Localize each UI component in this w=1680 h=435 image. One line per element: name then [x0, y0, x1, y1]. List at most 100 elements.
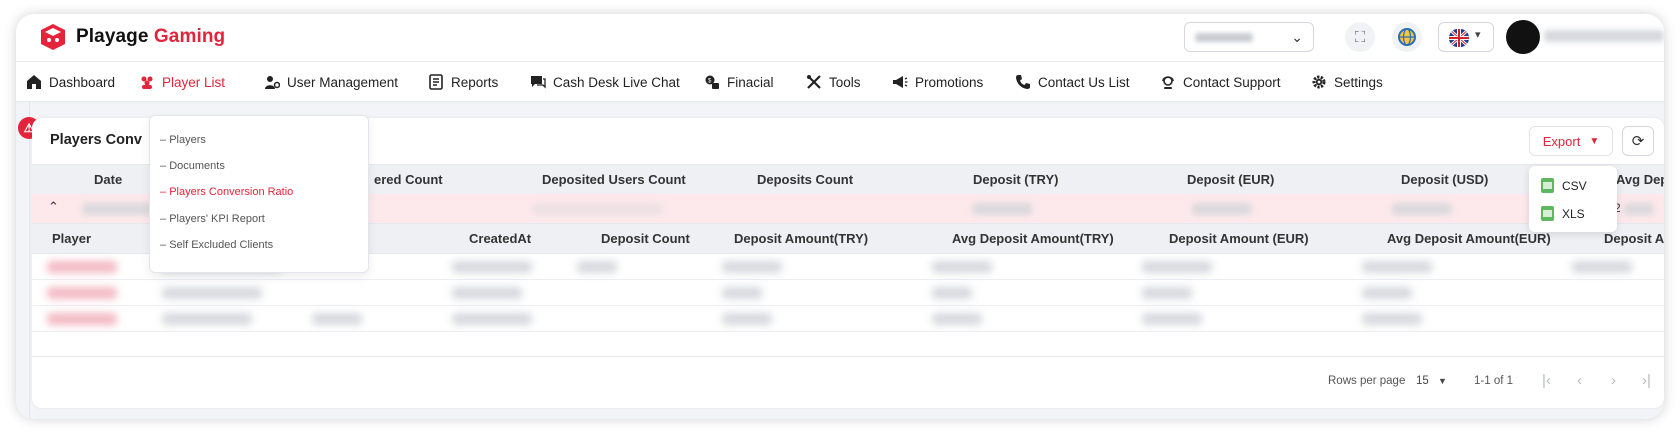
column-header[interactable]: Deposit Amount (EUR): [1169, 224, 1309, 254]
cell-redacted: [162, 287, 262, 299]
gear-icon: [1312, 75, 1326, 89]
column-header[interactable]: Deposit Amount(TRY): [734, 224, 868, 254]
cell-redacted: [162, 313, 252, 325]
menu-item-user-management[interactable]: User Management: [264, 62, 398, 102]
refresh-icon: ⟳: [1631, 133, 1645, 150]
left-sidebar: [16, 102, 30, 419]
menu-item-label: Promotions: [915, 74, 984, 90]
submenu-item-players[interactable]: – Players: [160, 134, 206, 146]
menu-item-label: Contact Us List: [1038, 74, 1130, 90]
submenu-item-self-excluded-clients[interactable]: – Self Excluded Clients: [160, 239, 273, 251]
caret-down-icon: ▼: [1438, 376, 1447, 386]
rows-per-page-select[interactable]: 15 ▼: [1416, 375, 1447, 387]
submenu-item-players-kpi-report[interactable]: – Players' KPI Report: [160, 213, 265, 225]
cell-redacted: [1572, 261, 1632, 273]
app-window: Playage Gaming ⌄ ⛶ ▾ Dashboard Player Li…: [16, 14, 1664, 419]
main-menu: Dashboard Player List User Management Re…: [16, 62, 1664, 102]
menu-item-settings[interactable]: Settings: [1311, 62, 1383, 102]
first-page-icon[interactable]: |‹: [1542, 372, 1551, 389]
pagination-range: 1-1 of 1: [1474, 375, 1513, 387]
table-row[interactable]: [32, 306, 1664, 332]
cell-redacted: [452, 261, 532, 273]
table-row[interactable]: [32, 280, 1664, 306]
cell-redacted: [722, 313, 772, 325]
users-icon: [141, 76, 153, 89]
brand-name-accent: Gaming: [153, 26, 226, 47]
menu-item-label: User Management: [287, 74, 399, 90]
next-page-icon[interactable]: ›: [1611, 372, 1616, 389]
support-icon: [1162, 76, 1174, 89]
menu-item-cash-desk-live-chat[interactable]: Cash Desk Live Chat: [530, 62, 680, 102]
menu-item-reports[interactable]: Reports: [428, 62, 498, 102]
chevron-down-icon: ⌄: [1291, 29, 1303, 45]
brand-logo[interactable]: Playage Gaming: [38, 22, 225, 52]
column-header[interactable]: CreatedAt: [469, 224, 531, 254]
column-header[interactable]: Deposit (EUR): [1187, 165, 1274, 195]
export-option-xls[interactable]: XLS: [1541, 206, 1585, 221]
column-header[interactable]: Date: [94, 165, 122, 195]
menu-item-contact-us-list[interactable]: Contact Us List: [1015, 62, 1130, 102]
submenu-item-players-conversion-ratio[interactable]: – Players Conversion Ratio: [160, 186, 293, 198]
menu-item-contact-support[interactable]: Contact Support: [1160, 62, 1281, 102]
brand-name-main: Playage: [76, 26, 149, 47]
column-header[interactable]: Deposited Users Count: [542, 165, 686, 195]
user-avatar[interactable]: [1506, 20, 1540, 54]
export-button[interactable]: Export ▼: [1529, 126, 1613, 156]
column-header[interactable]: ered Count: [374, 165, 443, 195]
column-header[interactable]: Deposit (USD): [1401, 165, 1488, 195]
export-menu: CSV XLS: [1529, 166, 1617, 232]
submenu-item-documents[interactable]: – Documents: [160, 160, 225, 172]
export-label: Export: [1542, 133, 1581, 149]
cell-redacted: [1142, 313, 1202, 325]
chevron-up-icon[interactable]: ⌃: [48, 199, 59, 215]
cell-redacted: [1362, 261, 1432, 273]
home-icon: [27, 75, 41, 89]
cell-redacted: [452, 287, 522, 299]
submenu-item-label: Players: [169, 134, 206, 146]
uk-flag-icon: [1449, 29, 1469, 47]
report-icon: [429, 74, 443, 90]
cell-redacted: [47, 287, 117, 299]
column-header[interactable]: Avg Depos: [1616, 165, 1664, 195]
previous-page-icon[interactable]: ‹: [1577, 372, 1582, 389]
globe-button[interactable]: [1392, 22, 1422, 52]
csv-file-icon: [1541, 178, 1554, 193]
cell-redacted: [932, 313, 982, 325]
caret-down-icon: ▼: [1589, 135, 1600, 147]
cell-redacted: [932, 261, 992, 273]
refresh-button[interactable]: ⟳: [1622, 126, 1654, 156]
submenu-item-label: Players Conversion Ratio: [169, 186, 294, 198]
cell-redacted: [1142, 287, 1192, 299]
dice-logo-icon: [41, 24, 65, 50]
last-page-icon[interactable]: ›|: [1642, 372, 1651, 389]
finance-icon: $: [705, 75, 719, 89]
column-header[interactable]: Player: [52, 224, 91, 254]
menu-item-player-list[interactable]: Player List: [139, 62, 225, 102]
column-header[interactable]: Avg Deposit Amount(EUR): [1387, 224, 1551, 254]
site-select[interactable]: ⌄: [1184, 22, 1314, 52]
column-header[interactable]: Deposit (TRY): [973, 165, 1058, 195]
brand-name: Playage Gaming: [76, 26, 225, 48]
globe-icon: [1398, 28, 1416, 46]
menu-item-tools[interactable]: Tools: [806, 62, 861, 102]
pagination-bar: Rows per page 15 ▼ 1-1 of 1 |‹ ‹ › ›|: [32, 356, 1664, 408]
menu-item-dashboard[interactable]: Dashboard: [26, 62, 115, 102]
cell-redacted: [532, 203, 662, 215]
user-name-redacted: [1544, 30, 1664, 42]
column-header[interactable]: Deposits Count: [757, 165, 853, 195]
menu-item-finacial[interactable]: $ Finacial: [704, 62, 774, 102]
export-option-csv[interactable]: CSV: [1541, 178, 1587, 193]
column-header[interactable]: Avg Deposit Amount(TRY): [952, 224, 1114, 254]
export-option-label: XLS: [1562, 206, 1585, 221]
cell-redacted: [1392, 203, 1452, 215]
menu-item-promotions[interactable]: Promotions: [892, 62, 983, 102]
menu-item-label: Tools: [829, 74, 861, 90]
cell-redacted: [1624, 203, 1654, 215]
column-header[interactable]: Deposit Count: [601, 224, 690, 254]
submenu-item-label: Documents: [169, 160, 225, 172]
player-list-submenu: – Players – Documents – Players Conversi…: [149, 115, 369, 273]
language-select[interactable]: ▾: [1438, 22, 1494, 52]
cell-redacted: [932, 287, 972, 299]
fullscreen-button[interactable]: ⛶: [1345, 22, 1375, 52]
rows-per-page-value: 15: [1416, 375, 1429, 387]
